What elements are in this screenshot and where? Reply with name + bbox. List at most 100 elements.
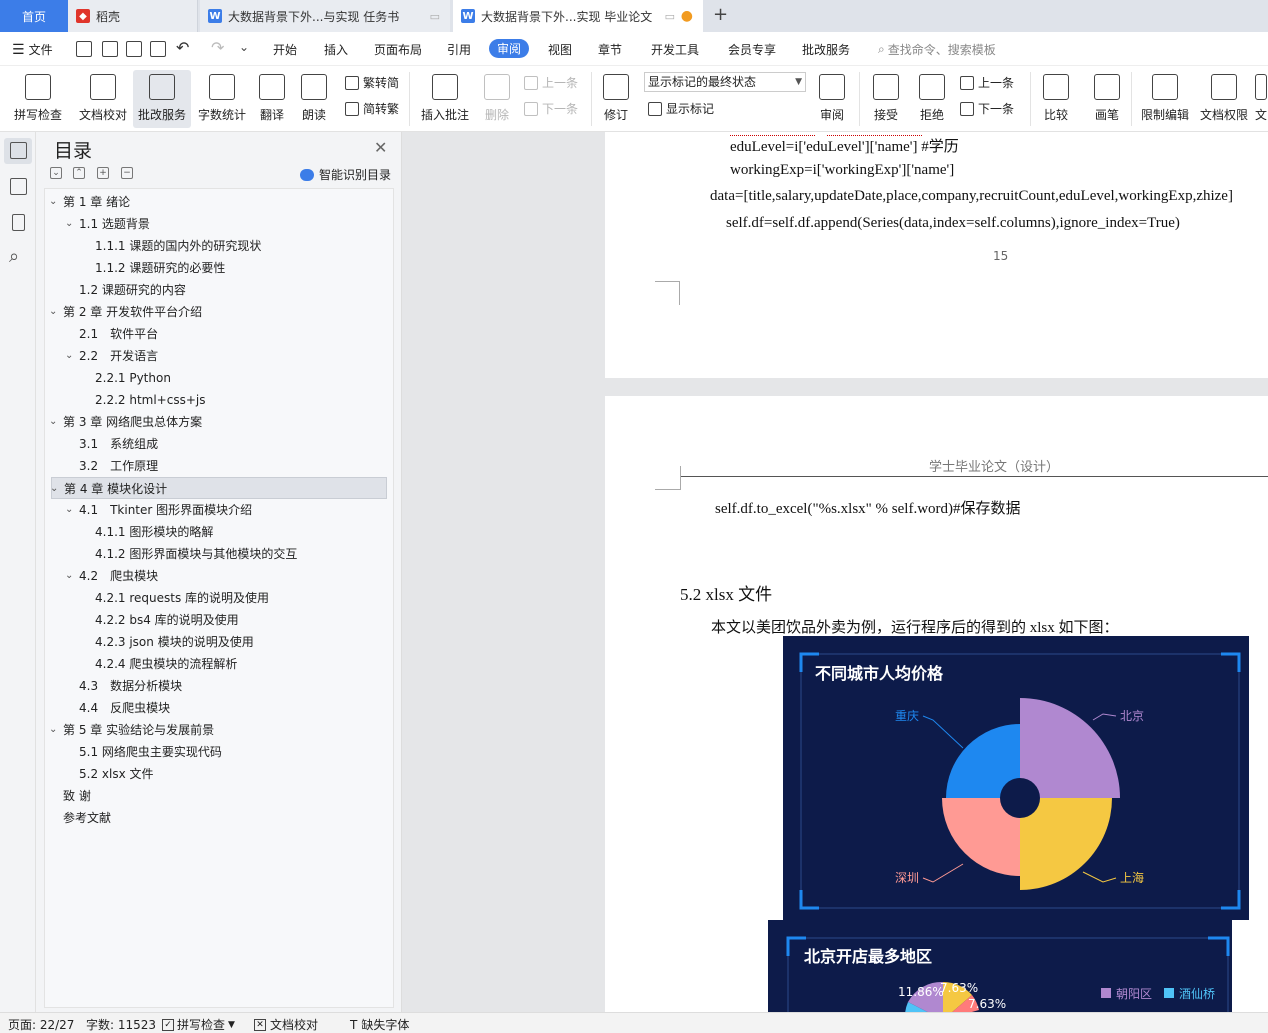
ribbon-overflow-button[interactable]: 文 <box>1254 70 1268 128</box>
body-paragraph[interactable]: 本文以美团饮品外卖为例，运行程序后的得到的 xlsx 如下图： <box>711 616 1119 637</box>
doc-proof-button[interactable]: 文档校对 <box>76 70 130 128</box>
code-line-data[interactable]: data=[title,salary,updateDate,place,comp… <box>710 188 1233 205</box>
markup-display-select[interactable]: 显示标记的最终状态 ▼ <box>644 72 806 92</box>
chevron-down-icon[interactable]: ⌄ <box>65 213 73 235</box>
print-preview-icon[interactable] <box>150 41 166 57</box>
toc-item[interactable]: ⌄ 4.1 Tkinter 图形界面模块介绍 <box>45 499 385 521</box>
menu-review-service[interactable]: 批改服务 <box>802 41 850 58</box>
toc-item[interactable]: 1.2 课题研究的内容 <box>45 279 385 301</box>
review-pane-button[interactable]: 审阅 <box>814 70 850 128</box>
simp-to-trad-button[interactable]: 简转繁 <box>345 100 399 117</box>
toc-item[interactable]: ⌄ 2.2 开发语言 <box>45 345 385 367</box>
redo-icon[interactable]: ↷ <box>211 38 224 57</box>
accept-button[interactable]: 接受 <box>868 70 904 128</box>
compare-button[interactable]: 比较 <box>1038 70 1074 128</box>
word-count-indicator[interactable]: 字数: 11523 <box>86 1016 156 1033</box>
chevron-down-icon[interactable]: ⌄ <box>65 345 73 367</box>
toc-item[interactable]: 参考文献 <box>45 807 385 829</box>
toc-pane-icon[interactable] <box>10 142 27 159</box>
code-line-excel[interactable]: self.df.to_excel("%s.xlsx" % self.word)#… <box>715 497 1021 518</box>
toc-item[interactable]: 1.1.2 课题研究的必要性 <box>45 257 385 279</box>
code-line-append[interactable]: self.df=self.df.append(Series(data,index… <box>726 215 1180 232</box>
doc-proof-status[interactable]: ✕ 文档校对 <box>254 1016 318 1033</box>
menu-review[interactable]: 审阅 <box>489 39 530 58</box>
toc-item[interactable]: 5.1 网络爬虫主要实现代码 <box>45 741 385 763</box>
toc-item[interactable]: ⌄ 1.1 选题背景 <box>45 213 385 235</box>
toc-item[interactable]: 4.1.1 图形模块的略解 <box>45 521 385 543</box>
chevron-down-icon[interactable]: ⌄ <box>65 499 73 521</box>
save-icon[interactable] <box>76 41 92 57</box>
missing-font-status[interactable]: T 缺失字体 <box>350 1016 409 1033</box>
translate-button[interactable]: 翻译 <box>252 70 292 128</box>
prev-comment-button[interactable]: 上一条 <box>524 74 578 91</box>
toc-item[interactable]: 2.2.1 Python <box>45 367 385 389</box>
print-icon[interactable] <box>126 41 142 57</box>
chevron-down-icon[interactable]: ⌄ <box>49 301 57 323</box>
tab-window-icon[interactable]: ▭ <box>665 10 675 23</box>
chevron-down-icon[interactable]: ⌄ <box>65 565 73 587</box>
toc-item[interactable]: 5.2 xlsx 文件 <box>45 763 385 785</box>
toc-item[interactable]: ⌄ 第 1 章 绪论 <box>45 191 385 213</box>
code-line-workingexp[interactable]: workingExp=i['workingExp']['name'] <box>730 162 954 179</box>
command-search[interactable]: ⌕ 查找命令、搜索模板 <box>878 41 996 58</box>
toc-item[interactable]: ⌄ 第 2 章 开发软件平台介绍 <box>45 301 385 323</box>
delete-comment-button[interactable]: 删除 <box>478 70 516 128</box>
toc-item[interactable]: ⌄ 4.2 爬虫模块 <box>45 565 385 587</box>
chevron-down-icon[interactable]: ⌄ <box>49 411 57 433</box>
remove-heading-icon[interactable]: − <box>121 167 133 179</box>
toc-item[interactable]: 4.3 数据分析模块 <box>45 675 385 697</box>
next-comment-button[interactable]: 下一条 <box>524 100 578 117</box>
expand-up-icon[interactable]: ⌃ <box>73 167 85 179</box>
word-count-button[interactable]: 字数统计 <box>195 70 249 128</box>
menu-view[interactable]: 视图 <box>548 41 572 58</box>
undo-icon[interactable]: ↶ <box>176 38 189 57</box>
toc-item[interactable]: ⌄ 第 3 章 网络爬虫总体方案 <box>45 411 385 433</box>
toc-item[interactable]: 4.2.4 爬虫模块的流程解析 <box>45 653 385 675</box>
toc-item[interactable]: ⌄ 第 4 章 模块化设计 <box>50 477 387 500</box>
spell-check-button[interactable]: 拼写检查 <box>8 70 68 128</box>
toc-item[interactable]: 3.2 工作原理 <box>45 455 385 477</box>
menu-references[interactable]: 引用 <box>447 41 471 58</box>
menu-insert[interactable]: 插入 <box>324 41 348 58</box>
toc-item[interactable]: 4.2.2 bs4 库的说明及使用 <box>45 609 385 631</box>
next-change-button[interactable]: 下一条 <box>960 100 1014 117</box>
chevron-down-icon[interactable]: ⌄ <box>50 478 58 500</box>
toc-item[interactable]: 4.4 反爬虫模块 <box>45 697 385 719</box>
tab-window-icon[interactable]: ▭ <box>430 10 440 23</box>
tab-home[interactable]: 首页 <box>0 0 68 32</box>
track-changes-button[interactable]: 修订 <box>598 70 634 128</box>
menu-member[interactable]: 会员专享 <box>728 41 776 58</box>
show-markup-button[interactable]: 显示标记 <box>648 100 714 117</box>
code-line-edulevel[interactable]: eduLevel=i['eduLevel']['name'] #学历 <box>730 135 959 156</box>
toc-item[interactable]: 4.1.2 图形界面模块与其他模块的交互 <box>45 543 385 565</box>
close-icon[interactable]: ✕ <box>374 138 387 157</box>
toc-item[interactable]: 3.1 系统组成 <box>45 433 385 455</box>
page-indicator[interactable]: 页面: 22/27 <box>8 1016 74 1033</box>
section-heading[interactable]: 5.2 xlsx 文件 <box>680 580 772 605</box>
menu-devtools[interactable]: 开发工具 <box>651 41 699 58</box>
review-service-button[interactable]: 批改服务 <box>133 70 191 128</box>
reject-button[interactable]: 拒绝 <box>914 70 950 128</box>
search-icon[interactable]: ⌕ <box>9 246 19 267</box>
prev-change-button[interactable]: 上一条 <box>960 74 1014 91</box>
tab-doc2[interactable]: W 大数据背景下外...实现 毕业论文 ▭ ● <box>453 0 703 32</box>
toc-item[interactable]: 2.2.2 html+css+js <box>45 389 385 411</box>
trad-to-simp-button[interactable]: 繁转简 <box>345 74 399 91</box>
toc-item[interactable]: 4.2.1 requests 库的说明及使用 <box>45 587 385 609</box>
collapse-all-icon[interactable]: ⌄ <box>50 167 62 179</box>
toc-item[interactable]: ⌄ 第 5 章 实验结论与发展前景 <box>45 719 385 741</box>
spell-check-status[interactable]: ✓ 拼写检查 ▼ <box>162 1016 235 1033</box>
add-heading-icon[interactable]: + <box>97 167 109 179</box>
chevron-down-icon[interactable]: ⌄ <box>49 191 57 213</box>
tab-docer[interactable]: ◆ 稻壳 <box>68 0 198 32</box>
chevron-down-icon[interactable]: ⌄ <box>49 719 57 741</box>
restrict-edit-button[interactable]: 限制编辑 <box>1138 70 1192 128</box>
tab-doc1[interactable]: W 大数据背景下外...与实现 任务书 ▭ <box>200 0 450 32</box>
doc-permission-button[interactable]: 文档权限 <box>1197 70 1251 128</box>
toc-item[interactable]: 1.1.1 课题的国内外的研究现状 <box>45 235 385 257</box>
smart-toc-button[interactable]: 智能识别目录 <box>300 166 391 183</box>
quick-access-more-icon[interactable]: ⌄ <box>239 40 249 54</box>
menu-layout[interactable]: 页面布局 <box>374 41 422 58</box>
file-menu[interactable]: ☰ 文件 <box>12 41 53 58</box>
toc-item[interactable]: 致 谢 <box>45 785 385 807</box>
